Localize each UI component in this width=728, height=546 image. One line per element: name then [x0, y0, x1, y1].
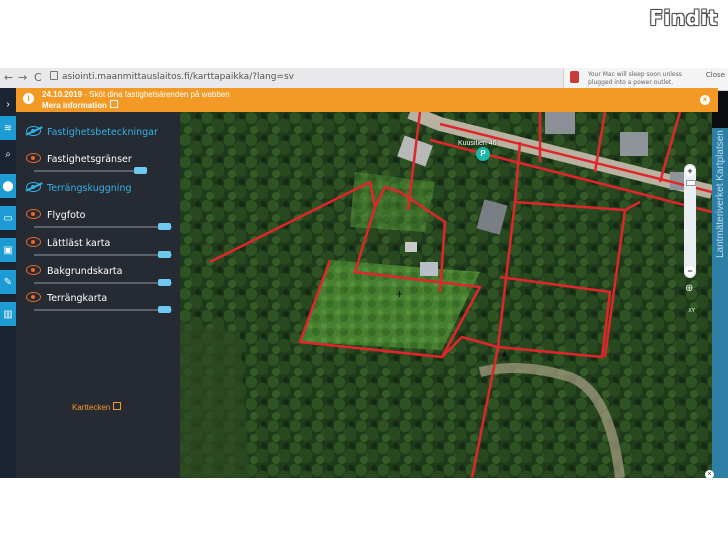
layer-bakgrundskarta[interactable]: Bakgrundskarta — [26, 265, 122, 277]
layer-flygfoto[interactable]: Flygfoto — [26, 209, 85, 221]
crosshair-icon: + — [396, 287, 404, 301]
address-bar[interactable]: asiointi.maanmittauslaitos.fi/karttapaik… — [50, 70, 550, 85]
ruler-icon: ▭ — [3, 212, 13, 224]
eye-icon[interactable] — [26, 237, 41, 247]
layer-label: Fastighetsbeteckningar — [47, 127, 158, 138]
layers-icon: ≋ — [3, 122, 13, 134]
tools-button[interactable]: ✎ — [0, 270, 16, 294]
aerial-map[interactable]: Kuusitien 46 P + ▲ + − ⊕ XY — [180, 112, 712, 478]
reload-button[interactable]: C — [34, 71, 42, 84]
opacity-slider[interactable] — [34, 306, 172, 313]
notification-text: Your Mac will sleep soon unless plugged … — [588, 71, 682, 86]
layer-terrangskuggning[interactable]: Terrängskuggning — [26, 182, 132, 194]
layer-terrangkarta[interactable]: Terrängkarta — [26, 292, 107, 304]
delete-button[interactable]: ▥ — [0, 302, 16, 326]
back-button[interactable]: ← — [4, 71, 13, 84]
layer-lattlast-karta[interactable]: Lättläst karta — [26, 237, 110, 249]
notification-close-button[interactable]: Close — [706, 71, 725, 79]
screen-photo: ← → C asiointi.maanmittauslaitos.fi/kart… — [0, 68, 728, 478]
clearing — [350, 172, 435, 232]
slider-handle[interactable] — [134, 167, 147, 174]
eye-off-icon[interactable] — [26, 126, 41, 136]
eye-icon[interactable] — [26, 209, 41, 219]
print-area-button[interactable]: ▣ — [0, 238, 16, 262]
layer-panel: Fastighetsbeteckningar Fastighetsgränser… — [16, 112, 180, 478]
layers-button[interactable]: ≋ — [0, 116, 16, 140]
findit-watermark: Findit — [649, 6, 718, 30]
xy-coordinates-button[interactable]: XY — [688, 308, 695, 314]
layer-label: Terrängkarta — [47, 293, 108, 304]
side-brand-strip: Lantmäteriverket Kartplatsen — [712, 128, 728, 478]
layer-label: Bakgrundskarta — [47, 266, 123, 277]
locate-icon[interactable]: ⊕ — [685, 284, 695, 294]
slider-handle[interactable] — [158, 279, 171, 286]
external-link-icon — [113, 402, 122, 410]
external-link-icon — [109, 100, 118, 108]
street-label: Kuusitien 46 — [458, 140, 497, 147]
chevron-right-icon: › — [6, 98, 10, 110]
tool-rail: ≋ ⌕ ⬤ ▭ ▣ ✎ ▥ — [0, 116, 16, 334]
lock-icon — [50, 71, 58, 80]
layer-label: Flygfoto — [47, 210, 86, 221]
search-icon: ⌕ — [5, 148, 11, 160]
trash-icon: ▥ — [3, 308, 13, 320]
layer-fastighetsgranser[interactable]: Fastighetsgränser — [26, 153, 132, 165]
layer-label: Terrängskuggning — [47, 183, 132, 194]
layer-label: Lättläst karta — [47, 238, 111, 249]
map-pin-icon[interactable]: P — [476, 147, 490, 161]
banner-close-button[interactable]: × — [700, 95, 710, 105]
side-brand-text: Lantmäteriverket Kartplatsen — [715, 130, 726, 258]
building — [545, 112, 575, 134]
opacity-slider[interactable] — [34, 223, 172, 230]
info-banner: i 24.10.2019 - Sköt dina fastighetsärend… — [16, 88, 718, 112]
eye-icon[interactable] — [26, 292, 41, 302]
mouse-cursor-icon: ▲ — [500, 348, 509, 358]
tools-icon: ✎ — [3, 276, 13, 288]
legend-link[interactable]: Karttecken — [72, 402, 122, 412]
collapse-button[interactable]: › — [0, 92, 16, 116]
map-pin-icon: ⬤ — [2, 180, 14, 192]
eye-icon[interactable] — [26, 153, 41, 163]
zoom-out-button[interactable]: − — [685, 266, 695, 276]
banner-date: 24.10.2019 — [42, 90, 83, 99]
eye-off-icon[interactable] — [26, 182, 41, 192]
field-edge — [180, 322, 250, 478]
opacity-slider[interactable] — [34, 251, 172, 258]
map-pin-button[interactable]: ⬤ — [0, 174, 16, 198]
frame-icon: ▣ — [3, 244, 13, 256]
info-icon: i — [23, 93, 34, 104]
zoom-slider-handle[interactable] — [686, 180, 696, 186]
building — [420, 262, 438, 276]
building — [620, 132, 648, 156]
building — [405, 242, 417, 252]
legend-link-label: Karttecken — [72, 403, 111, 412]
more-info-link[interactable]: Mera information — [42, 101, 107, 110]
battery-icon — [570, 71, 579, 83]
map-close-button[interactable]: × — [705, 470, 714, 478]
zoom-in-button[interactable]: + — [685, 166, 695, 176]
zoom-control: + − — [684, 164, 696, 278]
banner-message: - Sköt dina fastighetsärenden på webben — [82, 90, 230, 99]
opacity-slider[interactable] — [34, 167, 147, 174]
banner-text: 24.10.2019 - Sköt dina fastighetsärenden… — [42, 90, 230, 111]
measure-button[interactable]: ▭ — [0, 206, 16, 230]
url-text: asiointi.maanmittauslaitos.fi/karttapaik… — [62, 72, 294, 82]
opacity-slider[interactable] — [34, 279, 172, 286]
slider-handle[interactable] — [158, 251, 171, 258]
layer-fastighetsbeteckningar[interactable]: Fastighetsbeteckningar — [26, 126, 158, 138]
slider-handle[interactable] — [158, 306, 171, 313]
slider-handle[interactable] — [158, 223, 171, 230]
eye-icon[interactable] — [26, 265, 41, 275]
layer-label: Fastighetsgränser — [47, 154, 132, 165]
search-button[interactable]: ⌕ — [0, 142, 16, 166]
map-canvas[interactable] — [180, 112, 712, 478]
forward-button[interactable]: → — [18, 71, 27, 84]
